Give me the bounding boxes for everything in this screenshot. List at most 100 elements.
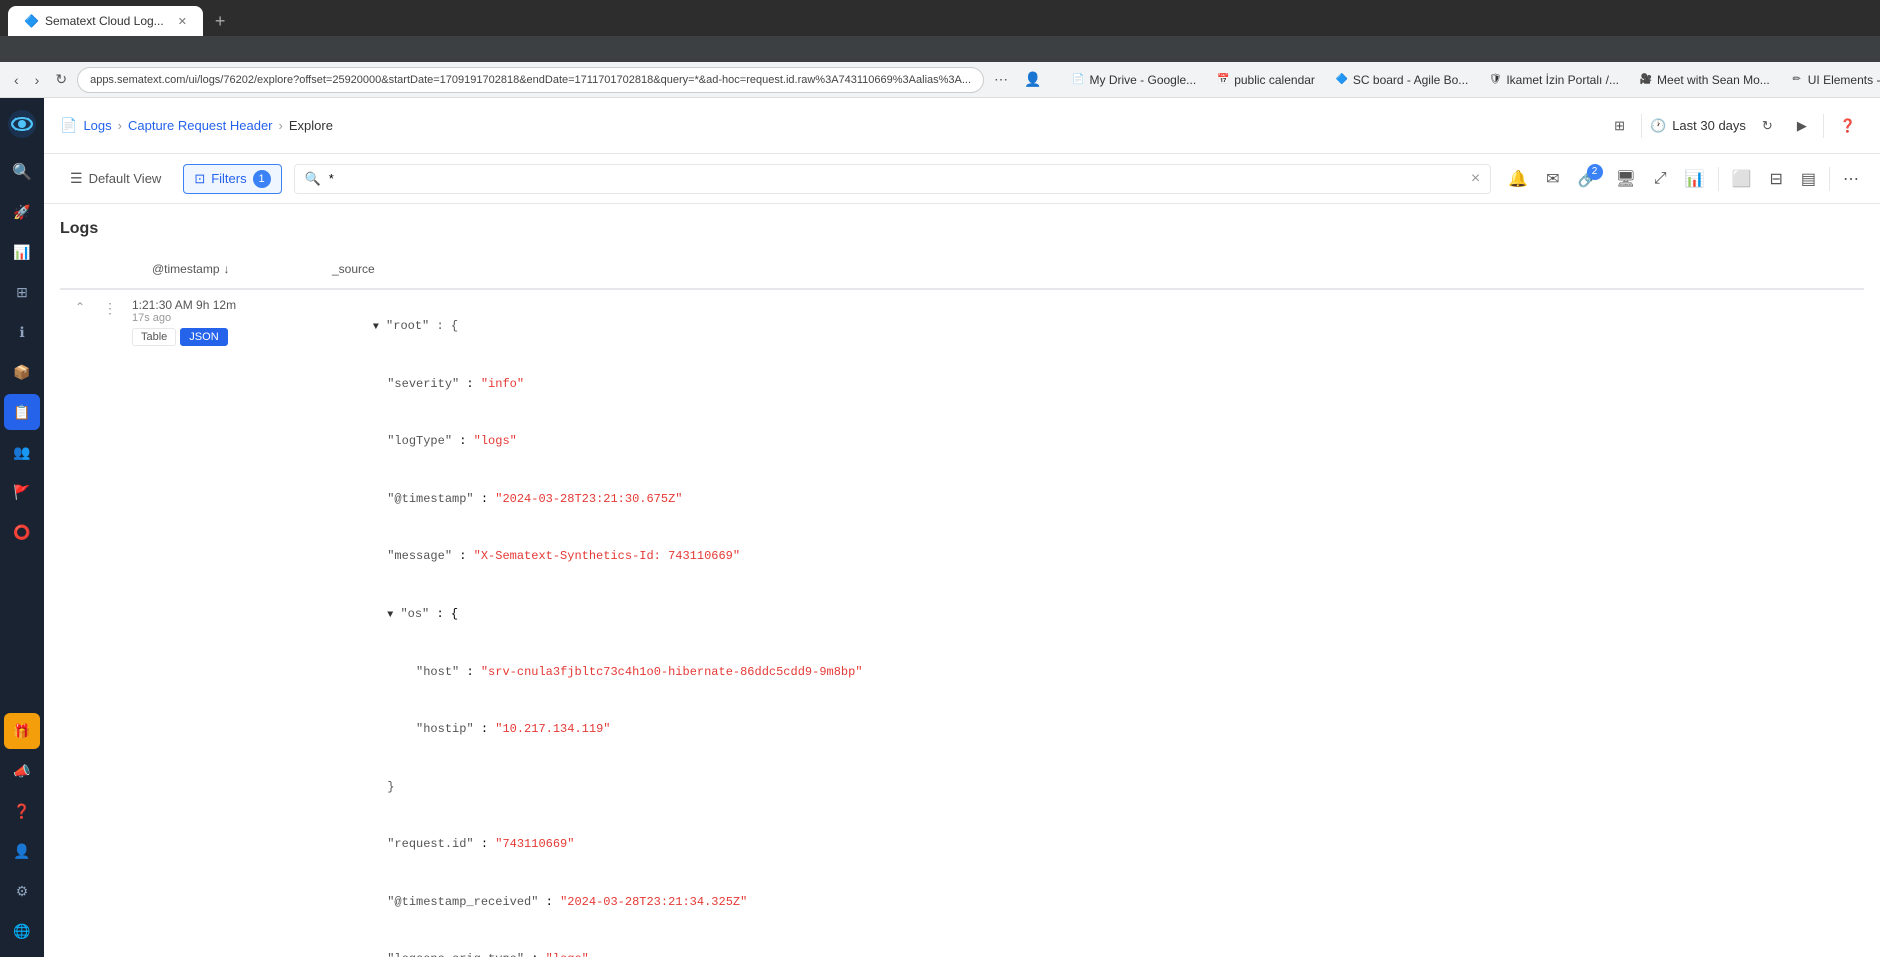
collapse-root-icon[interactable]: ▼ <box>373 322 379 333</box>
tab-icon: 🔷 <box>24 14 39 28</box>
app-logo[interactable] <box>4 106 40 142</box>
tab-close-icon[interactable]: ✕ <box>178 15 187 28</box>
source-col-label: _source <box>332 262 375 276</box>
toolbar: ☰ Default View ⊡ Filters 1 🔍 × <box>44 154 1880 204</box>
link-btn[interactable]: 🔗 2 <box>1573 164 1603 194</box>
sidebar-item-info[interactable]: ℹ <box>4 314 40 350</box>
default-view-label: Default View <box>89 171 162 186</box>
sidebar-item-team[interactable]: 👤 <box>4 833 40 869</box>
sidebar-item-box[interactable]: 📦 <box>4 354 40 390</box>
layout3-btn[interactable]: ▤ <box>1796 164 1821 194</box>
bookmarks-bar: ‹ › ↻ apps.sematext.com/ui/logs/76202/ex… <box>0 62 1880 98</box>
sidebar-item-alerts[interactable]: 🚩 <box>4 474 40 510</box>
log-expand-btn[interactable]: ⌃ <box>60 290 100 314</box>
logs-area: Logs @timestamp ↓ _source ⌃ ⋮ <box>44 204 1880 957</box>
json-tab-btn[interactable]: JSON <box>180 328 227 346</box>
sidebar-item-globe[interactable]: 🌐 <box>4 913 40 949</box>
breadcrumb-explore: Explore <box>289 118 333 133</box>
sc-board-icon: 🔷 <box>1335 73 1349 87</box>
bookmark-meet-sean[interactable]: 🎥 Meet with Sean Mo... <box>1631 69 1778 91</box>
bell-btn[interactable]: 🔔 <box>1503 164 1533 194</box>
layout2-icon: ⊟ <box>1769 171 1782 188</box>
more-icon: ⋯ <box>1843 171 1859 188</box>
new-tab-btn[interactable]: + <box>211 7 230 36</box>
monitor-btn[interactable]: 🖥 <box>1611 164 1641 194</box>
bookmark-calendar[interactable]: 📅 public calendar <box>1208 69 1323 91</box>
json-message: "message" : "X-Sematext-Synthetics-Id: 7… <box>272 528 1852 586</box>
sidebar-item-users[interactable]: 👥 <box>4 434 40 470</box>
filter-count-badge: 1 <box>253 170 271 188</box>
breadcrumb: 📄 Logs › Capture Request Header › Explor… <box>60 117 333 134</box>
search-clear-btn[interactable]: × <box>1471 170 1480 188</box>
sidebar-item-grid[interactable]: ⊞ <box>4 274 40 310</box>
app-container: 🔍 🚀 📊 ⊞ ℹ 📦 📋 👥 🚩 <box>0 98 1880 957</box>
active-tab[interactable]: 🔷 Sematext Cloud Log... ✕ <box>8 6 203 36</box>
profile-btn[interactable]: 👤 <box>1018 67 1047 92</box>
help-btn[interactable]: ❓ <box>1832 114 1864 138</box>
time-range-btn[interactable]: 🕐 Last 30 days <box>1650 118 1746 134</box>
play-icon: ▶ <box>1797 118 1807 134</box>
search-bar[interactable]: 🔍 × <box>294 164 1492 194</box>
breadcrumb-capture-link[interactable]: Capture Request Header <box>128 118 273 133</box>
play-btn[interactable]: ▶ <box>1789 114 1815 138</box>
calendar-icon: 📅 <box>1216 73 1230 87</box>
layout2-btn[interactable]: ⊟ <box>1764 164 1787 194</box>
collapse-os-icon[interactable]: ▼ <box>387 610 393 621</box>
reload-btn[interactable]: ↻ <box>49 67 73 92</box>
metrics-icon: 📊 <box>13 244 30 261</box>
json-root-open: ▼ "root" : { <box>272 298 1852 356</box>
table-tab-btn[interactable]: Table <box>132 328 176 346</box>
browser-tabs: 🔷 Sematext Cloud Log... ✕ + <box>0 0 1880 36</box>
url-text: apps.sematext.com/ui/logs/76202/explore?… <box>90 74 971 86</box>
breadcrumb-logs-link[interactable]: Logs <box>83 118 111 133</box>
json-hostip: "hostip" : "10.217.134.119" <box>272 701 1852 759</box>
table-header: @timestamp ↓ _source <box>60 250 1864 290</box>
chart-btn[interactable]: 📊 <box>1680 164 1710 194</box>
bookmark-ui-elements[interactable]: ✏ UI Elements - FigJam <box>1782 69 1880 91</box>
toolbar-divider <box>1718 167 1719 191</box>
sidebar-item-gift[interactable]: 🎁 <box>4 713 40 749</box>
grid-view-btn[interactable]: ⊞ <box>1606 114 1633 138</box>
toolbar-divider2 <box>1829 167 1830 191</box>
sidebar-item-experience[interactable]: 🚀 <box>4 194 40 230</box>
bookmark-ikamet[interactable]: 🛡 Ikamet İzin Portalı /... <box>1480 69 1627 91</box>
log-actions-btn[interactable]: ⋮ <box>100 290 120 317</box>
url-bar[interactable]: apps.sematext.com/ui/logs/76202/explore?… <box>77 67 984 93</box>
circle-icon: ⭕ <box>13 524 30 541</box>
sidebar-item-settings[interactable]: ⚙ <box>4 873 40 909</box>
logs-title: Logs <box>60 220 1864 238</box>
team-icon: 👤 <box>13 843 30 860</box>
forward-btn[interactable]: › <box>29 68 46 92</box>
default-view-btn[interactable]: ☰ Default View <box>60 165 171 192</box>
sidebar-item-logs[interactable]: 📋 <box>4 394 40 430</box>
ikamet-icon: 🛡 <box>1488 73 1502 87</box>
sidebar-item-help[interactable]: ❓ <box>4 793 40 829</box>
th-source[interactable]: _source <box>320 256 387 282</box>
chevron-up-icon: ⌃ <box>75 300 85 314</box>
help-question-icon: ❓ <box>1840 118 1856 134</box>
bookmark-google-drive[interactable]: 📄 My Drive - Google... <box>1063 69 1204 91</box>
layout1-btn[interactable]: ⬜ <box>1727 164 1757 194</box>
extensions-btn[interactable]: ⋯ <box>988 67 1014 92</box>
breadcrumb-sep2: › <box>279 118 283 133</box>
bookmark-label: My Drive - Google... <box>1089 73 1196 87</box>
figma-icon: ✏ <box>1790 73 1804 87</box>
expand-btn[interactable]: ⤢ <box>1649 165 1672 193</box>
mail-btn[interactable]: ✉ <box>1541 164 1564 194</box>
log-more-btn[interactable]: ⋮ <box>103 300 117 317</box>
sidebar-item-circle[interactable]: ⭕ <box>4 514 40 550</box>
logs-doc-icon: 📄 <box>60 117 77 134</box>
back-btn[interactable]: ‹ <box>8 68 25 92</box>
search-input[interactable] <box>329 171 1463 186</box>
more-btn[interactable]: ⋯ <box>1838 164 1864 194</box>
sidebar-item-announce[interactable]: 📣 <box>4 753 40 789</box>
bookmark-label: Ikamet İzin Portalı /... <box>1506 73 1619 87</box>
filters-btn[interactable]: ⊡ Filters 1 <box>183 164 281 194</box>
users-icon: 👥 <box>13 444 30 461</box>
bookmark-sc-board[interactable]: 🔷 SC board - Agile Bo... <box>1327 69 1476 91</box>
sidebar-item-search[interactable]: 🔍 <box>4 154 40 190</box>
sidebar-item-metrics[interactable]: 📊 <box>4 234 40 270</box>
announce-icon: 📣 <box>13 763 30 780</box>
refresh-btn[interactable]: ↻ <box>1754 114 1781 138</box>
th-timestamp[interactable]: @timestamp ↓ <box>140 256 320 282</box>
